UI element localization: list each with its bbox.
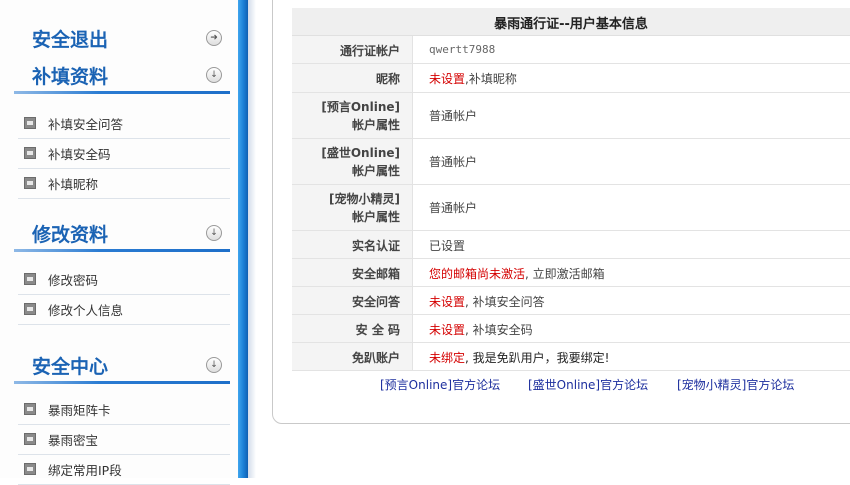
bullet-icon	[24, 403, 36, 415]
row-yuyan-account: [预言Online] 帐户属性 普通帐户	[292, 93, 850, 139]
row-nickname: 昵称 未设置,补填昵称	[292, 64, 850, 93]
sidebar-item-matrix-card[interactable]: 暴雨矩阵卡	[18, 394, 230, 425]
fill-info-section-header[interactable]: 补填资料 ↓	[0, 56, 238, 94]
bullet-icon	[24, 273, 36, 285]
sidebar: 安全退出 ➜ 补填资料 ↓ 补填安全问答 补填安全码 补填昵称 修改资料 ↓ 修…	[0, 0, 238, 485]
status-text: 未设置	[429, 72, 466, 86]
bullet-icon	[24, 433, 36, 445]
forum-link-yuyan[interactable]: [预言Online]官方论坛	[380, 376, 500, 393]
status-text: 未设置	[429, 323, 466, 337]
sidebar-item-label: 补填安全问答	[48, 117, 124, 132]
bullet-icon	[24, 463, 36, 475]
row-label: 免趴账户	[351, 351, 400, 365]
status-text: 未设置	[429, 295, 466, 309]
row-label: [盛世Online]	[321, 146, 400, 160]
account-type-value: 普通帐户	[429, 155, 478, 169]
sidebar-item-label: 绑定常用IP段	[48, 463, 122, 478]
section-title-edit-info: 修改资料	[32, 224, 109, 246]
sidebar-item-label: 修改密码	[48, 273, 99, 288]
status-text: 您的邮箱尚未激活	[429, 267, 526, 281]
sidebar-item-fill-nickname[interactable]: 补填昵称	[18, 168, 230, 199]
bullet-icon	[24, 117, 36, 129]
row-label: 帐户属性	[351, 118, 400, 132]
sidebar-item-bind-ip[interactable]: 绑定常用IP段	[18, 454, 230, 485]
sidebar-item-label: 暴雨矩阵卡	[48, 403, 111, 418]
account-type-value: 普通帐户	[429, 201, 478, 215]
row-shengshi-account: [盛世Online] 帐户属性 普通帐户	[292, 139, 850, 185]
forum-link-pet[interactable]: [宠物小精灵]官方论坛	[677, 376, 794, 393]
activate-email-link[interactable]: , 立即激活邮箱	[525, 267, 605, 281]
section-title-fill-info: 补填资料	[32, 66, 109, 88]
row-label: 通行证帐户	[339, 44, 400, 58]
section-divider	[14, 381, 230, 384]
account-value: qwertt7988	[429, 43, 496, 56]
sidebar-item-change-password[interactable]: 修改密码	[18, 264, 230, 295]
section-title-security-center: 安全中心	[32, 356, 109, 378]
sidebar-item-label: 暴雨密宝	[48, 433, 99, 448]
fill-nickname-link[interactable]: ,补填昵称	[465, 72, 517, 86]
row-security-qa: 安全问答 未设置, 补填安全问答	[292, 287, 850, 315]
chevron-down-icon[interactable]: ↓	[206, 67, 222, 83]
row-label: 安全邮箱	[351, 267, 400, 281]
edit-info-section-header[interactable]: 修改资料 ↓	[0, 214, 238, 252]
sidebar-shadow	[248, 0, 256, 478]
status-text: 未绑定	[429, 351, 466, 365]
fill-security-code-link[interactable]: , 补填安全码	[465, 323, 533, 337]
sidebar-item-security-token[interactable]: 暴雨密宝	[18, 424, 230, 455]
section-divider	[14, 91, 230, 94]
logout-link[interactable]: 安全退出	[32, 25, 108, 52]
forum-link-shengshi[interactable]: [盛世Online]官方论坛	[528, 376, 648, 393]
row-label: 实名认证	[351, 239, 400, 253]
sidebar-border	[238, 0, 248, 478]
row-label: 昵称	[375, 72, 400, 86]
bullet-icon	[24, 147, 36, 159]
bullet-icon	[24, 303, 36, 315]
chevron-down-icon[interactable]: ↓	[206, 357, 222, 373]
row-label: 安全问答	[351, 295, 400, 309]
sidebar-item-label: 补填安全码	[48, 147, 111, 162]
row-label: [预言Online]	[321, 100, 400, 114]
row-security-code: 安 全 码 未设置, 补填安全码	[292, 315, 850, 343]
panel-header: 暴雨通行证--用户基本信息	[292, 8, 850, 36]
bind-account-link[interactable]: , 我是免趴用户，我要绑定!	[465, 351, 609, 365]
bullet-icon	[24, 177, 36, 189]
sidebar-item-edit-profile[interactable]: 修改个人信息	[18, 294, 230, 325]
row-label: 帐户属性	[351, 164, 400, 178]
realname-value: 已设置	[429, 239, 466, 253]
sidebar-item-label: 补填昵称	[48, 177, 99, 192]
row-label: 安 全 码	[355, 323, 400, 337]
sidebar-item-label: 修改个人信息	[48, 303, 124, 318]
section-divider	[14, 249, 230, 252]
logout-section-header[interactable]: 安全退出 ➜	[0, 19, 238, 57]
chevron-down-icon[interactable]: ↓	[206, 225, 222, 241]
security-center-section-header[interactable]: 安全中心 ↓	[0, 346, 238, 384]
page-title: 暴雨通行证--用户基本信息	[494, 17, 648, 32]
row-free-account: 免趴账户 未绑定, 我是免趴用户，我要绑定!	[292, 343, 850, 371]
forum-links: [预言Online]官方论坛 [盛世Online]官方论坛 [宠物小精灵]官方论…	[292, 370, 850, 398]
row-email: 安全邮箱 您的邮箱尚未激活, 立即激活邮箱	[292, 259, 850, 287]
sidebar-item-fill-security-qa[interactable]: 补填安全问答	[18, 108, 230, 139]
arrow-right-icon[interactable]: ➜	[206, 30, 222, 46]
row-label: [宠物小精灵]	[329, 192, 400, 206]
fill-security-qa-link[interactable]: , 补填安全问答	[465, 295, 545, 309]
row-realname: 实名认证 已设置	[292, 231, 850, 259]
account-type-value: 普通帐户	[429, 109, 478, 123]
row-label: 帐户属性	[351, 210, 400, 224]
sidebar-item-fill-security-code[interactable]: 补填安全码	[18, 138, 230, 169]
row-account: 通行证帐户 qwertt7988	[292, 36, 850, 64]
row-pet-account: [宠物小精灵] 帐户属性 普通帐户	[292, 185, 850, 231]
